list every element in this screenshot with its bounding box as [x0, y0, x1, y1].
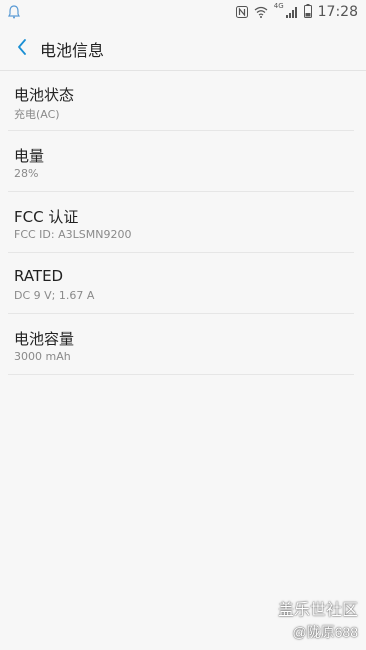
nfc-icon [235, 3, 248, 22]
item-value: 28% [14, 167, 39, 180]
page-title: 电池信息 [40, 41, 105, 60]
item-value: DC 9 V; 1.67 A [14, 289, 95, 302]
network-type: 4G [273, 2, 284, 10]
back-button[interactable] [8, 33, 36, 61]
item-value: 充电(AC) [14, 108, 60, 121]
notification-icon [8, 4, 20, 19]
status-icons: 4G 17:28 [235, 2, 358, 22]
item-title: 电池状态 [14, 86, 75, 104]
list-item-capacity: 电池容量 3000 mAh [8, 314, 354, 375]
list-item-rated: RATED DC 9 V; 1.67 A [8, 253, 354, 314]
clock: 17:28 [317, 4, 358, 20]
app-header: 电池信息 [0, 24, 366, 71]
item-title: RATED [14, 267, 64, 285]
item-title: FCC 认证 [14, 208, 79, 226]
back-icon [18, 39, 26, 55]
wifi-icon [254, 3, 268, 22]
list-item-fcc: FCC 认证 FCC ID: A3LSMN9200 [8, 192, 354, 253]
watermark-title: 盖乐世社区 [277, 602, 358, 619]
item-title: 电量 [14, 147, 45, 165]
list-item-battery-status: 电池状态 充电(AC) [8, 70, 354, 131]
status-bar: 4G 17:28 [0, 0, 366, 24]
item-value: FCC ID: A3LSMN9200 [14, 228, 132, 241]
item-value: 3000 mAh [14, 350, 71, 363]
list-item-battery-level: 电量 28% [8, 131, 354, 192]
battery-icon [303, 3, 312, 22]
item-title: 电池容量 [14, 330, 75, 348]
battery-info-list: 电池状态 充电(AC) 电量 28% FCC 认证 FCC ID: A3LSMN… [0, 70, 366, 375]
signal-icon [285, 3, 298, 22]
watermark-author: @陇原688 [292, 624, 358, 640]
